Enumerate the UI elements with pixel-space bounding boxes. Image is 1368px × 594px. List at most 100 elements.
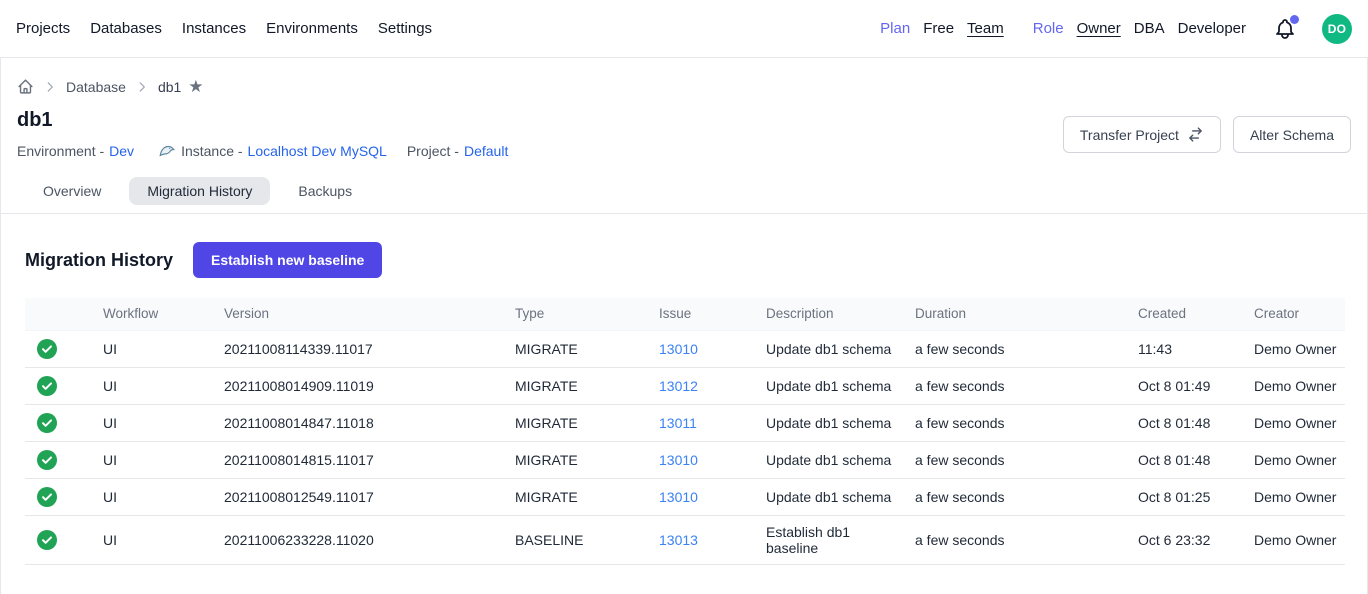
table-row[interactable]: UI 20211008012549.11017 MIGRATE 13010 Up… bbox=[25, 478, 1345, 515]
db-header: db1 Environment - Dev Instance - Localho… bbox=[17, 109, 522, 160]
cell-description: Update db1 schema bbox=[758, 330, 907, 367]
issue-link[interactable]: 13012 bbox=[659, 378, 698, 394]
issue-link[interactable]: 13013 bbox=[659, 532, 698, 548]
cell-created: Oct 8 01:48 bbox=[1130, 441, 1246, 478]
cell-version: 20211006233228.11020 bbox=[216, 515, 507, 564]
cell-description: Update db1 schema bbox=[758, 441, 907, 478]
issue-link[interactable]: 13010 bbox=[659, 341, 698, 357]
cell-type: MIGRATE bbox=[507, 330, 651, 367]
role-switcher: Role Owner DBA Developer bbox=[1033, 20, 1246, 37]
role-option-developer[interactable]: Developer bbox=[1178, 20, 1246, 37]
transfer-arrows-icon bbox=[1187, 126, 1204, 143]
column-issue: Issue bbox=[651, 298, 758, 330]
establish-baseline-button[interactable]: Establish new baseline bbox=[193, 242, 382, 278]
cell-creator: Demo Owner bbox=[1246, 478, 1345, 515]
cell-type: MIGRATE bbox=[507, 367, 651, 404]
check-circle-icon bbox=[37, 450, 57, 470]
cell-workflow: UI bbox=[95, 478, 216, 515]
tab-migration-history[interactable]: Migration History bbox=[129, 177, 270, 205]
top-nav: Projects Databases Instances Environment… bbox=[0, 0, 1368, 57]
cell-duration: a few seconds bbox=[907, 515, 1130, 564]
chevron-right-icon bbox=[43, 80, 57, 94]
transfer-project-button[interactable]: Transfer Project bbox=[1063, 116, 1221, 153]
mysql-dolphin-icon bbox=[158, 142, 176, 160]
nav-item-projects[interactable]: Projects bbox=[16, 20, 70, 37]
environment-label: Environment - bbox=[17, 143, 104, 159]
nav-right: Plan Free Team Role Owner DBA Developer … bbox=[880, 14, 1352, 44]
tab-overview[interactable]: Overview bbox=[25, 177, 119, 205]
breadcrumb-database[interactable]: Database bbox=[66, 79, 126, 95]
table-row[interactable]: UI 20211008014847.11018 MIGRATE 13011 Up… bbox=[25, 404, 1345, 441]
breadcrumb-current[interactable]: db1 bbox=[158, 79, 181, 95]
tab-backups[interactable]: Backups bbox=[280, 177, 370, 205]
column-type: Type bbox=[507, 298, 651, 330]
column-duration: Duration bbox=[907, 298, 1130, 330]
cell-duration: a few seconds bbox=[907, 478, 1130, 515]
cell-created: 11:43 bbox=[1130, 330, 1246, 367]
cell-duration: a few seconds bbox=[907, 404, 1130, 441]
chevron-right-icon bbox=[135, 80, 149, 94]
cell-version: 20211008114339.11017 bbox=[216, 330, 507, 367]
table-row[interactable]: UI 20211008014815.11017 MIGRATE 13010 Up… bbox=[25, 441, 1345, 478]
column-workflow: Workflow bbox=[95, 298, 216, 330]
main-nav: Projects Databases Instances Environment… bbox=[16, 20, 432, 37]
transfer-project-label: Transfer Project bbox=[1080, 127, 1179, 143]
role-option-dba[interactable]: DBA bbox=[1134, 20, 1165, 37]
notification-dot bbox=[1290, 15, 1299, 24]
cell-workflow: UI bbox=[95, 367, 216, 404]
column-version: Version bbox=[216, 298, 507, 330]
issue-link[interactable]: 13011 bbox=[659, 415, 697, 431]
nav-item-instances[interactable]: Instances bbox=[182, 20, 246, 37]
role-option-owner[interactable]: Owner bbox=[1077, 20, 1121, 37]
cell-creator: Demo Owner bbox=[1246, 515, 1345, 564]
project-label: Project - bbox=[407, 143, 459, 159]
check-circle-icon bbox=[37, 376, 57, 396]
instance-link[interactable]: Localhost Dev MySQL bbox=[248, 143, 387, 159]
plan-option-free[interactable]: Free bbox=[923, 20, 954, 37]
notifications-button[interactable] bbox=[1273, 17, 1297, 41]
alter-schema-label: Alter Schema bbox=[1250, 127, 1334, 143]
cell-creator: Demo Owner bbox=[1246, 330, 1345, 367]
check-circle-icon bbox=[37, 413, 57, 433]
cell-description: Establish db1 baseline bbox=[758, 515, 907, 564]
column-description: Description bbox=[758, 298, 907, 330]
environment-link[interactable]: Dev bbox=[109, 143, 134, 159]
plan-label: Plan bbox=[880, 20, 910, 37]
table-row[interactable]: UI 20211008114339.11017 MIGRATE 13010 Up… bbox=[25, 330, 1345, 367]
star-icon[interactable]: ★ bbox=[188, 78, 203, 95]
cell-type: MIGRATE bbox=[507, 478, 651, 515]
avatar[interactable]: DO bbox=[1322, 14, 1352, 44]
home-icon[interactable] bbox=[17, 78, 34, 95]
project-link[interactable]: Default bbox=[464, 143, 508, 159]
cell-duration: a few seconds bbox=[907, 330, 1130, 367]
cell-creator: Demo Owner bbox=[1246, 367, 1345, 404]
cell-type: BASELINE bbox=[507, 515, 651, 564]
cell-workflow: UI bbox=[95, 404, 216, 441]
cell-workflow: UI bbox=[95, 441, 216, 478]
table-row[interactable]: UI 20211006233228.11020 BASELINE 13013 E… bbox=[25, 515, 1345, 564]
nav-item-settings[interactable]: Settings bbox=[378, 20, 432, 37]
section-title: Migration History bbox=[25, 250, 173, 271]
column-status bbox=[25, 298, 95, 330]
migration-history-table: Workflow Version Type Issue Description … bbox=[25, 298, 1345, 565]
nav-item-environments[interactable]: Environments bbox=[266, 20, 358, 37]
issue-link[interactable]: 13010 bbox=[659, 452, 698, 468]
nav-item-databases[interactable]: Databases bbox=[90, 20, 162, 37]
cell-description: Update db1 schema bbox=[758, 404, 907, 441]
check-circle-icon bbox=[37, 530, 57, 550]
cell-created: Oct 6 23:32 bbox=[1130, 515, 1246, 564]
plan-option-team[interactable]: Team bbox=[967, 20, 1004, 37]
check-circle-icon bbox=[37, 487, 57, 507]
breadcrumb: Database db1 ★ bbox=[17, 78, 1351, 95]
cell-type: MIGRATE bbox=[507, 404, 651, 441]
table-row[interactable]: UI 20211008014909.11019 MIGRATE 13012 Up… bbox=[25, 367, 1345, 404]
alter-schema-button[interactable]: Alter Schema bbox=[1233, 116, 1351, 153]
cell-version: 20211008014847.11018 bbox=[216, 404, 507, 441]
cell-type: MIGRATE bbox=[507, 441, 651, 478]
page-title: db1 bbox=[17, 109, 522, 132]
column-creator: Creator bbox=[1246, 298, 1345, 330]
cell-duration: a few seconds bbox=[907, 441, 1130, 478]
cell-created: Oct 8 01:48 bbox=[1130, 404, 1246, 441]
issue-link[interactable]: 13010 bbox=[659, 489, 698, 505]
check-circle-icon bbox=[37, 339, 57, 359]
